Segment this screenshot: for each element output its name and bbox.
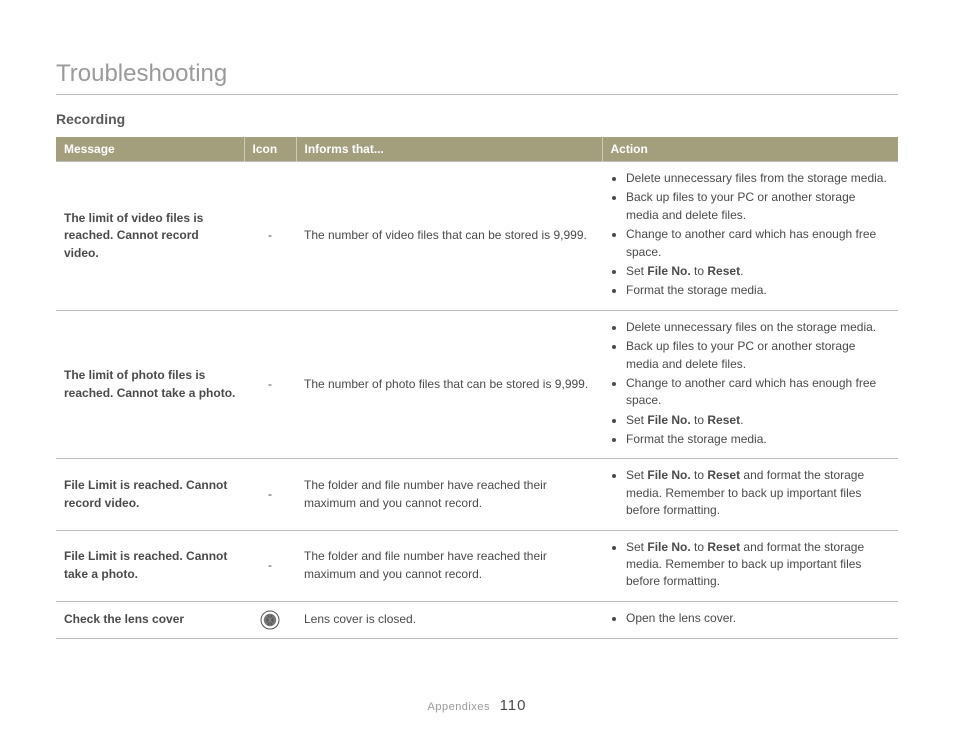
- cell-message: File Limit is reached. Cannot record vid…: [56, 459, 244, 530]
- table-row: File Limit is reached. Cannot record vid…: [56, 459, 898, 530]
- cell-icon: -: [244, 162, 296, 311]
- list-item: Format the storage media.: [626, 282, 890, 299]
- list-item: Set File No. to Reset.: [626, 263, 890, 280]
- page-footer: Appendixes 110: [56, 697, 898, 714]
- cell-icon: -: [244, 459, 296, 530]
- cell-informs: The number of photo files that can be st…: [296, 310, 602, 459]
- cell-message: The limit of video files is reached. Can…: [56, 162, 244, 311]
- action-list: Set File No. to Reset and format the sto…: [610, 539, 890, 591]
- lens-cover-icon: [260, 612, 280, 626]
- cell-icon: -: [244, 530, 296, 601]
- list-item: Delete unnecessary files from the storag…: [626, 170, 890, 187]
- cell-informs: The folder and file number have reached …: [296, 459, 602, 530]
- cell-message: The limit of photo files is reached. Can…: [56, 310, 244, 459]
- list-item: Change to another card which has enough …: [626, 226, 890, 261]
- list-item: Set File No. to Reset and format the sto…: [626, 539, 890, 591]
- cell-action: Set File No. to Reset and format the sto…: [602, 530, 898, 601]
- footer-section: Appendixes: [428, 701, 491, 713]
- table-row: File Limit is reached. Cannot take a pho…: [56, 530, 898, 601]
- list-item: Delete unnecessary files on the storage …: [626, 319, 890, 336]
- list-item: Back up files to your PC or another stor…: [626, 338, 890, 373]
- table-row: The limit of video files is reached. Can…: [56, 162, 898, 311]
- cell-informs: The folder and file number have reached …: [296, 530, 602, 601]
- page-number: 110: [500, 697, 527, 714]
- cell-message: File Limit is reached. Cannot take a pho…: [56, 530, 244, 601]
- action-list: Set File No. to Reset and format the sto…: [610, 467, 890, 519]
- col-header-action: Action: [602, 137, 898, 162]
- col-header-icon: Icon: [244, 137, 296, 162]
- cell-informs: Lens cover is closed.: [296, 601, 602, 638]
- list-item: Set File No. to Reset.: [626, 412, 890, 429]
- list-item: Set File No. to Reset and format the sto…: [626, 467, 890, 519]
- cell-action: Delete unnecessary files on the storage …: [602, 310, 898, 459]
- section-title: Recording: [56, 111, 898, 127]
- cell-informs: The number of video files that can be st…: [296, 162, 602, 311]
- list-item: Open the lens cover.: [626, 610, 890, 627]
- cell-icon: -: [244, 310, 296, 459]
- list-item: Format the storage media.: [626, 431, 890, 448]
- cell-icon: [244, 601, 296, 638]
- col-header-informs: Informs that...: [296, 137, 602, 162]
- cell-action: Delete unnecessary files from the storag…: [602, 162, 898, 311]
- action-list: Delete unnecessary files from the storag…: [610, 170, 890, 300]
- list-item: Change to another card which has enough …: [626, 375, 890, 410]
- col-header-message: Message: [56, 137, 244, 162]
- cell-action: Open the lens cover.: [602, 601, 898, 638]
- list-item: Back up files to your PC or another stor…: [626, 189, 890, 224]
- cell-message: Check the lens cover: [56, 601, 244, 638]
- action-list: Delete unnecessary files on the storage …: [610, 319, 890, 449]
- troubleshooting-table: Message Icon Informs that... Action The …: [56, 137, 898, 639]
- action-list: Open the lens cover.: [610, 610, 890, 627]
- table-row: The limit of photo files is reached. Can…: [56, 310, 898, 459]
- table-row: Check the lens cover Lens cover is closed…: [56, 601, 898, 638]
- page-title: Troubleshooting: [56, 60, 898, 95]
- cell-action: Set File No. to Reset and format the sto…: [602, 459, 898, 530]
